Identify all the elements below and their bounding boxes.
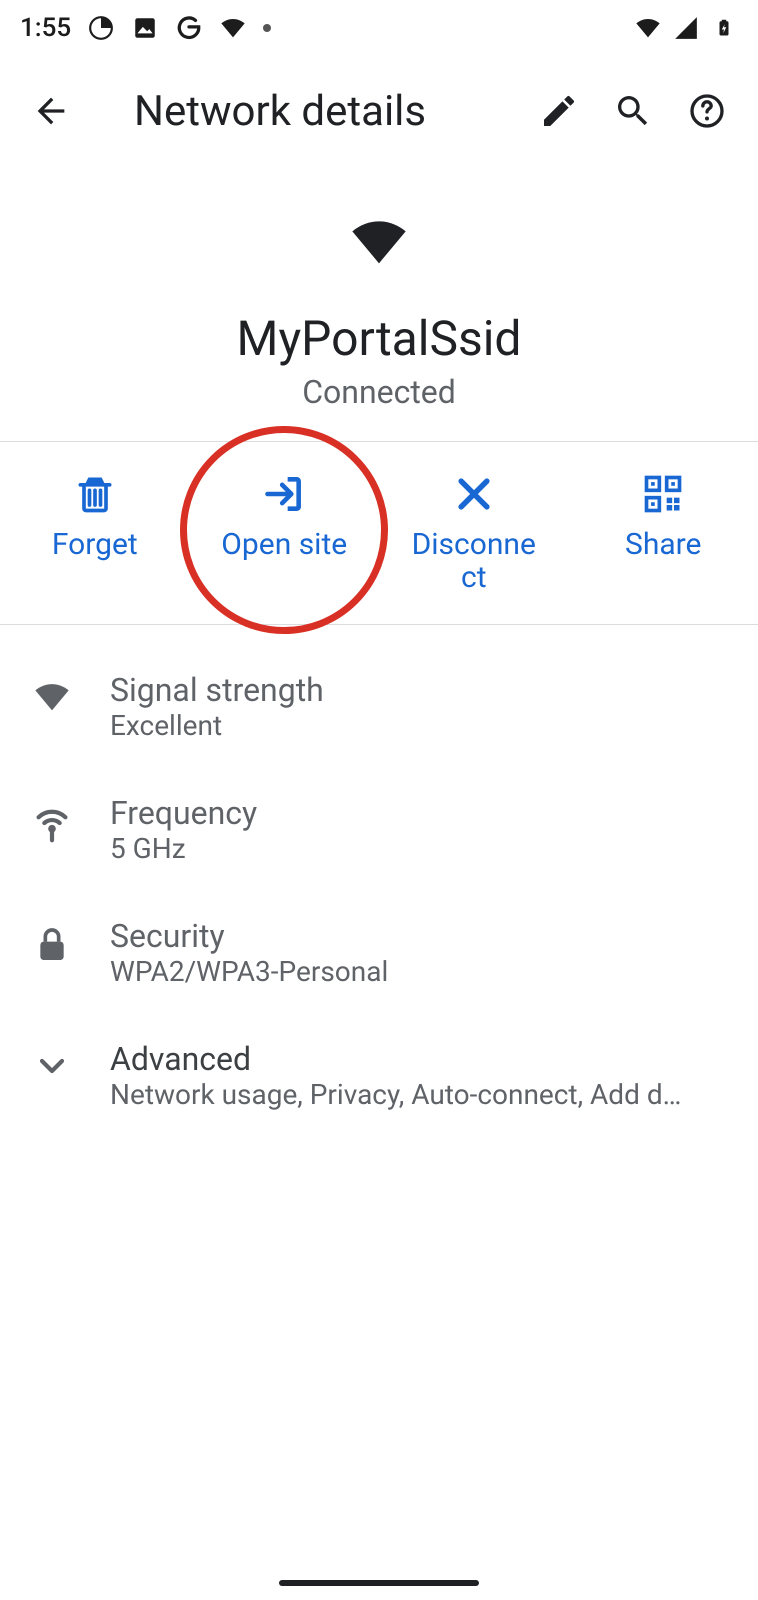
data-saver-icon	[87, 14, 115, 42]
advanced-label: Advanced	[110, 1040, 734, 1078]
wifi-icon	[24, 671, 80, 717]
signal-value: Excellent	[110, 709, 734, 742]
edit-button[interactable]	[528, 80, 590, 142]
security-value: WPA2/WPA3-Personal	[110, 955, 734, 988]
pencil-icon	[539, 91, 579, 131]
advanced-row[interactable]: Advanced Network usage, Privacy, Auto-co…	[0, 1014, 758, 1137]
actions-row: Forget Open site Disconnect Share	[0, 441, 758, 625]
open-site-icon	[262, 472, 306, 516]
photos-icon	[131, 14, 159, 42]
open-site-label: Open site	[221, 528, 347, 561]
security-label: Security	[110, 917, 734, 955]
frequency-value: 5 GHz	[110, 832, 734, 865]
trash-icon	[73, 472, 117, 516]
wifi-small-icon	[219, 14, 247, 42]
wifi-large-icon	[0, 210, 758, 274]
network-header: MyPortalSsid Connected	[0, 166, 758, 441]
help-button[interactable]	[676, 80, 738, 142]
status-dot-icon	[263, 24, 271, 32]
frequency-label: Frequency	[110, 794, 734, 832]
network-ssid: MyPortalSsid	[0, 310, 758, 367]
disconnect-button[interactable]: Disconnect	[379, 450, 569, 616]
open-site-button[interactable]: Open site	[190, 450, 380, 616]
lock-icon	[24, 917, 80, 967]
advanced-value: Network usage, Privacy, Auto-connect, Ad…	[110, 1078, 690, 1111]
search-button[interactable]	[602, 80, 664, 142]
forget-label: Forget	[52, 528, 138, 561]
signal-label: Signal strength	[110, 671, 734, 709]
close-icon	[452, 472, 496, 516]
battery-icon	[710, 14, 738, 42]
page-title: Network details	[134, 87, 426, 136]
chevron-down-icon	[24, 1040, 80, 1086]
frequency-icon	[24, 794, 80, 846]
status-time: 1:55	[20, 13, 71, 43]
app-bar: Network details	[0, 56, 758, 166]
share-button[interactable]: Share	[569, 450, 758, 616]
nav-bar-handle[interactable]	[279, 1580, 479, 1586]
share-label: Share	[625, 528, 701, 561]
detail-list: Signal strength Excellent Frequency 5 GH…	[0, 625, 758, 1137]
wifi-status-icon	[634, 14, 662, 42]
google-icon	[175, 14, 203, 42]
search-icon	[613, 91, 653, 131]
help-icon	[687, 91, 727, 131]
disconnect-label: Disconnect	[409, 528, 539, 594]
security-row: Security WPA2/WPA3-Personal	[0, 891, 758, 1014]
cell-signal-icon	[672, 14, 700, 42]
forget-button[interactable]: Forget	[0, 450, 190, 616]
network-status: Connected	[0, 373, 758, 411]
frequency-row: Frequency 5 GHz	[0, 768, 758, 891]
signal-strength-row: Signal strength Excellent	[0, 645, 758, 768]
arrow-left-icon	[31, 91, 71, 131]
back-button[interactable]	[20, 80, 82, 142]
qr-icon	[641, 472, 685, 516]
status-bar: 1:55	[0, 0, 758, 56]
